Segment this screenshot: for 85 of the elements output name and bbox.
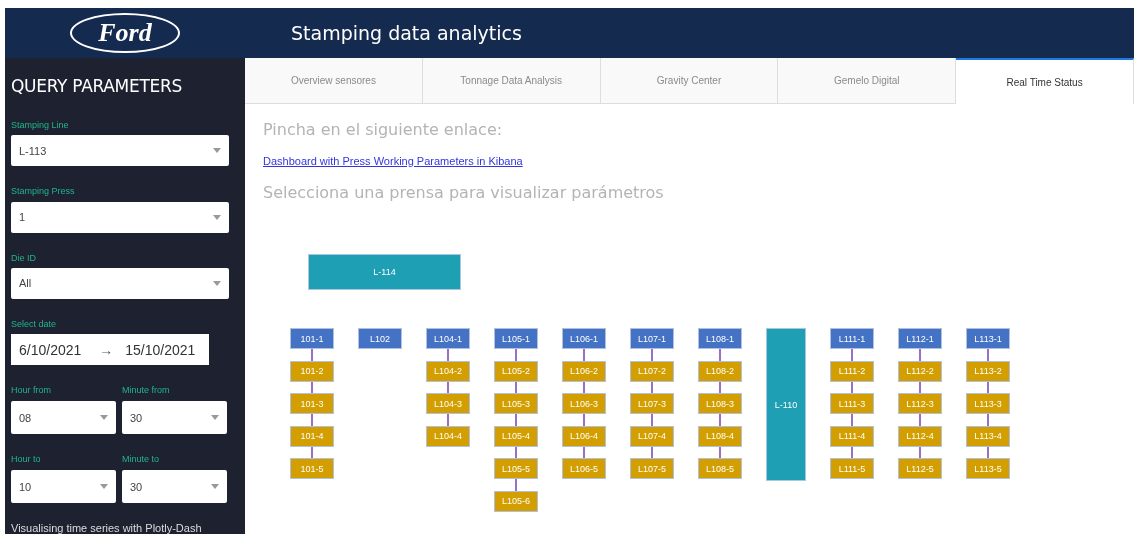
press-box[interactable]: L105-2 — [494, 360, 538, 382]
press-box[interactable]: L108-2 — [698, 360, 742, 382]
press-box[interactable]: L111-4 — [830, 425, 874, 447]
press-box[interactable]: L104-1 — [426, 328, 470, 349]
press-box[interactable]: L105-3 — [494, 393, 538, 414]
press-box[interactable]: L105-6 — [494, 490, 538, 512]
press-box[interactable]: L108-5 — [698, 458, 742, 479]
press-box[interactable]: L113-5 — [966, 458, 1010, 479]
sidebar-title: QUERY PARAMETERS — [11, 76, 183, 96]
press-box[interactable]: L106-3 — [562, 393, 606, 414]
field-label: Stamping Press — [11, 186, 76, 197]
arrow-icon: → — [99, 341, 114, 358]
heading: Pincha en el siguiente enlace: — [263, 120, 503, 139]
press-box[interactable]: 101-4 — [290, 425, 334, 447]
press-box[interactable]: L106-1 — [562, 328, 606, 349]
press-box[interactable]: L107-2 — [630, 360, 674, 382]
field-label: Minute from — [122, 385, 171, 396]
press-box[interactable]: L104-2 — [426, 360, 470, 382]
press-box[interactable]: 101-1 — [290, 328, 334, 349]
line-block[interactable]: L-114 — [308, 254, 461, 290]
dropdown[interactable]: 30 — [122, 470, 227, 503]
press-box[interactable]: L112-1 — [898, 328, 942, 349]
tab[interactable]: Real Time Status — [956, 58, 1134, 104]
subheading: Selecciona una prensa para visualizar parámetros — [263, 183, 664, 202]
kibana-link[interactable]: Dashboard with Press Working Parameters in Kibana — [263, 155, 523, 167]
logo: Ford — [70, 13, 180, 53]
press-box[interactable]: 101-5 — [290, 458, 334, 479]
press-box[interactable]: L105-1 — [494, 328, 538, 349]
press-box[interactable]: L113-3 — [966, 393, 1010, 414]
field-label: Die ID — [11, 252, 37, 263]
field-label: Hour from — [11, 385, 52, 396]
press-box[interactable]: L112-2 — [898, 360, 942, 382]
caret-icon — [211, 415, 219, 420]
caret-icon — [100, 484, 108, 489]
press-box[interactable]: L107-3 — [630, 393, 674, 414]
dropdown[interactable]: 10 — [11, 470, 116, 503]
press-box[interactable]: L113-4 — [966, 425, 1010, 447]
end-date-input[interactable]: 15/10/2021 — [125, 341, 196, 358]
line-block[interactable]: L-110 — [766, 328, 806, 481]
dropdown[interactable]: 30 — [122, 401, 227, 434]
press-box[interactable]: L106-2 — [562, 360, 606, 382]
press-box[interactable]: L102 — [358, 328, 402, 349]
press-box[interactable]: L104-3 — [426, 393, 470, 414]
tab[interactable]: Gravity Center — [600, 58, 779, 104]
press-box[interactable]: L104-4 — [426, 425, 470, 447]
press-box[interactable]: L112-5 — [898, 458, 942, 479]
press-box[interactable]: 101-3 — [290, 393, 334, 414]
field-label: Select date — [11, 318, 58, 330]
caret-icon — [213, 148, 221, 154]
caret-icon — [100, 415, 108, 420]
field-label: Stamping Line — [11, 120, 70, 131]
press-box[interactable]: L107-1 — [630, 328, 674, 349]
dropdown[interactable]: All — [11, 267, 229, 299]
field-label: Hour to — [11, 454, 42, 465]
field-label: Minute to — [122, 454, 161, 465]
start-date-input[interactable]: 6/10/2021 — [19, 341, 82, 358]
press-box[interactable]: L108-3 — [698, 393, 742, 414]
press-box[interactable]: L113-1 — [966, 328, 1010, 349]
press-box[interactable]: L108-4 — [698, 425, 742, 447]
press-box[interactable]: L111-2 — [830, 360, 874, 382]
dropdown[interactable]: L-113 — [11, 135, 229, 167]
press-box[interactable]: 101-2 — [290, 360, 334, 382]
press-box[interactable]: L111-5 — [830, 458, 874, 479]
press-box[interactable]: L106-5 — [562, 458, 606, 479]
press-box[interactable]: L107-4 — [630, 425, 674, 447]
press-box[interactable]: L112-3 — [898, 393, 942, 414]
press-box[interactable]: L111-1 — [830, 328, 874, 349]
tab[interactable]: Overview sensores — [245, 58, 423, 104]
press-box[interactable]: L105-5 — [494, 458, 538, 479]
dropdown[interactable]: 1 — [11, 201, 229, 233]
tab[interactable]: Gemelo Digital — [778, 58, 957, 104]
press-box[interactable]: L105-4 — [494, 425, 538, 447]
press-box[interactable]: L108-1 — [698, 328, 742, 349]
app-title: Stamping data analytics — [291, 22, 522, 44]
caret-icon — [211, 484, 219, 489]
footer-text: Visualising time series with Plotly-Dash — [11, 522, 203, 534]
press-box[interactable]: L113-2 — [966, 360, 1010, 382]
dropdown[interactable]: 08 — [11, 401, 116, 434]
press-box[interactable]: L112-4 — [898, 425, 942, 447]
caret-icon — [213, 280, 221, 286]
press-box[interactable]: L111-3 — [830, 393, 874, 414]
press-box[interactable]: L106-4 — [562, 425, 606, 447]
tab[interactable]: Tonnage Data Analysis — [422, 58, 601, 104]
caret-icon — [213, 214, 221, 220]
press-box[interactable]: L107-5 — [630, 458, 674, 479]
